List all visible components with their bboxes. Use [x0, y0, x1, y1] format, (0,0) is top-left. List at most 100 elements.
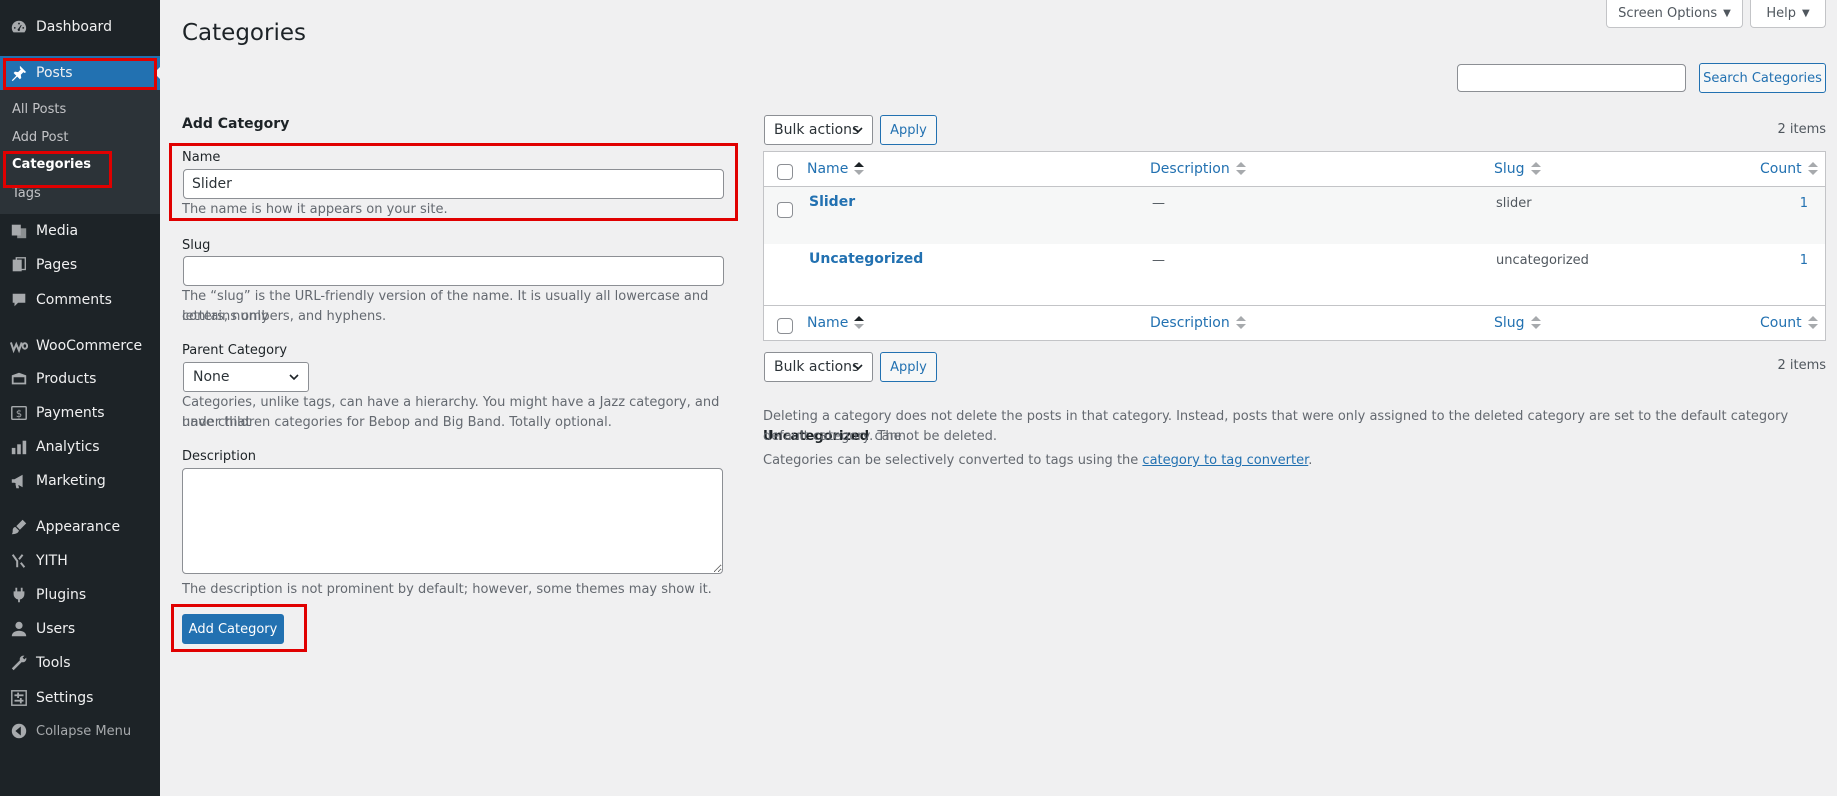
screen-options-label: Screen Options [1618, 6, 1718, 21]
column-header-name[interactable]: Name [807, 161, 865, 177]
collapse-menu-button[interactable]: Collapse Menu [0, 714, 160, 748]
admin-sidebar: Dashboard Posts All Posts Add Post Categ… [0, 0, 160, 796]
sidebar-item-dashboard[interactable]: Dashboard [0, 10, 160, 44]
submenu-item-all-posts[interactable]: All Posts [12, 102, 66, 117]
chevron-down-icon [853, 364, 863, 371]
column-header-label: Count [1760, 161, 1802, 177]
submenu-item-tags[interactable]: Tags [12, 186, 41, 201]
sidebar-item-settings[interactable]: Settings [0, 681, 160, 715]
column-footer-count[interactable]: Count [1760, 315, 1818, 331]
column-header-description[interactable]: Description [1150, 161, 1246, 177]
apply-button-top[interactable]: Apply [880, 115, 937, 145]
delete-note-line-2: default category cannot be deleted. [763, 429, 997, 444]
help-button[interactable]: Help ▼ [1750, 0, 1826, 28]
select-all-checkbox-bottom[interactable] [777, 318, 793, 334]
sidebar-item-label: Analytics [36, 439, 100, 455]
sidebar-item-payments[interactable]: $ Payments [0, 396, 160, 430]
column-header-label: Description [1150, 315, 1230, 331]
slug-label: Slug [182, 238, 211, 253]
column-header-label: Name [807, 161, 849, 177]
category-count-link[interactable]: 1 [1784, 196, 1808, 211]
sidebar-item-media[interactable]: Media [0, 214, 160, 248]
row-checkbox[interactable] [777, 202, 793, 218]
converter-note-end: . [1308, 453, 1313, 468]
sidebar-item-plugins[interactable]: Plugins [0, 578, 160, 612]
items-count-top: 2 items [1777, 122, 1826, 137]
sidebar-item-users[interactable]: Users [0, 612, 160, 646]
search-categories-input[interactable] [1457, 64, 1686, 92]
submenu-item-categories[interactable]: Categories [12, 157, 91, 172]
sidebar-item-yith[interactable]: YITH [0, 544, 160, 578]
table-footer: Name Description Slug Count [764, 305, 1825, 340]
sidebar-item-analytics[interactable]: Analytics [0, 430, 160, 464]
sort-icon [1235, 316, 1246, 330]
caret-down-icon: ▼ [1801, 8, 1810, 19]
svg-text:$: $ [16, 409, 22, 420]
column-header-label: Name [807, 315, 849, 331]
appearance-icon [10, 518, 28, 536]
column-footer-slug[interactable]: Slug [1494, 315, 1541, 331]
sort-icon [1530, 316, 1541, 330]
screen-options-button[interactable]: Screen Options ▼ [1606, 0, 1743, 28]
parent-category-select[interactable]: None [183, 362, 309, 392]
bulk-actions-select-top[interactable]: Bulk actions [764, 115, 873, 145]
submenu-item-add-post[interactable]: Add Post [12, 130, 69, 145]
sidebar-item-appearance[interactable]: Appearance [0, 510, 160, 544]
parent-help-line-2: have children categories for Bebop and B… [182, 415, 612, 430]
column-header-label: Slug [1494, 161, 1525, 177]
bulk-actions-value: Bulk actions [774, 359, 860, 375]
slug-help-line-2: letters, numbers, and hyphens. [182, 309, 387, 324]
select-all-checkbox[interactable] [777, 164, 793, 180]
name-input[interactable] [183, 169, 724, 199]
sort-icon [854, 316, 865, 330]
sidebar-item-tools[interactable]: Tools [0, 646, 160, 680]
search-categories-button[interactable]: Search Categories [1699, 63, 1826, 93]
sidebar-item-marketing[interactable]: Marketing [0, 464, 160, 498]
sidebar-item-posts[interactable]: Posts [0, 56, 160, 90]
category-description: — [1152, 196, 1165, 211]
sidebar-item-label: Tools [36, 655, 71, 671]
sort-icon [1807, 316, 1818, 330]
category-name-link[interactable]: Slider [809, 194, 855, 210]
categories-table: Name Description Slug Count Slider — sli… [763, 151, 1826, 341]
sidebar-item-comments[interactable]: Comments [0, 283, 160, 317]
slug-input[interactable] [183, 256, 724, 286]
parent-category-value: None [193, 369, 230, 385]
column-footer-description[interactable]: Description [1150, 315, 1246, 331]
category-to-tag-converter-link[interactable]: category to tag converter [1142, 453, 1308, 468]
bulk-actions-select-bottom[interactable]: Bulk actions [764, 352, 873, 382]
add-category-button[interactable]: Add Category [182, 614, 284, 644]
chevron-down-icon [853, 127, 863, 134]
column-footer-name[interactable]: Name [807, 315, 865, 331]
analytics-icon [10, 438, 28, 456]
apply-button-bottom[interactable]: Apply [880, 352, 937, 382]
pin-icon [10, 64, 28, 82]
column-header-count[interactable]: Count [1760, 161, 1818, 177]
settings-icon [10, 689, 28, 707]
users-icon [10, 620, 28, 638]
sidebar-item-label: Payments [36, 405, 105, 421]
category-name-link[interactable]: Uncategorized [809, 251, 923, 267]
bulk-actions-value: Bulk actions [774, 122, 860, 138]
sidebar-item-woocommerce[interactable]: WooCommerce [0, 329, 160, 363]
table-row: Slider — slider 1 [764, 187, 1825, 244]
category-description: — [1152, 253, 1165, 268]
converter-note-text: Categories can be selectively converted … [763, 453, 1143, 468]
items-count-bottom: 2 items [1777, 358, 1826, 373]
comments-icon [10, 291, 28, 309]
sidebar-item-products[interactable]: Products [0, 362, 160, 396]
column-header-slug[interactable]: Slug [1494, 161, 1541, 177]
woocommerce-icon [10, 337, 28, 355]
sidebar-item-label: Media [36, 223, 79, 239]
sidebar-item-label: Pages [36, 257, 78, 273]
category-count-link[interactable]: 1 [1784, 253, 1808, 268]
sidebar-item-label: Products [36, 371, 97, 387]
name-help-text: The name is how it appears on your site. [182, 202, 448, 217]
sidebar-item-label: Plugins [36, 587, 87, 603]
sidebar-item-label: Settings [36, 690, 94, 706]
dashboard-icon [10, 18, 28, 36]
description-textarea[interactable] [182, 468, 723, 574]
description-help-text: The description is not prominent by defa… [182, 582, 712, 597]
add-category-heading: Add Category [182, 116, 290, 132]
sidebar-item-pages[interactable]: Pages [0, 248, 160, 282]
